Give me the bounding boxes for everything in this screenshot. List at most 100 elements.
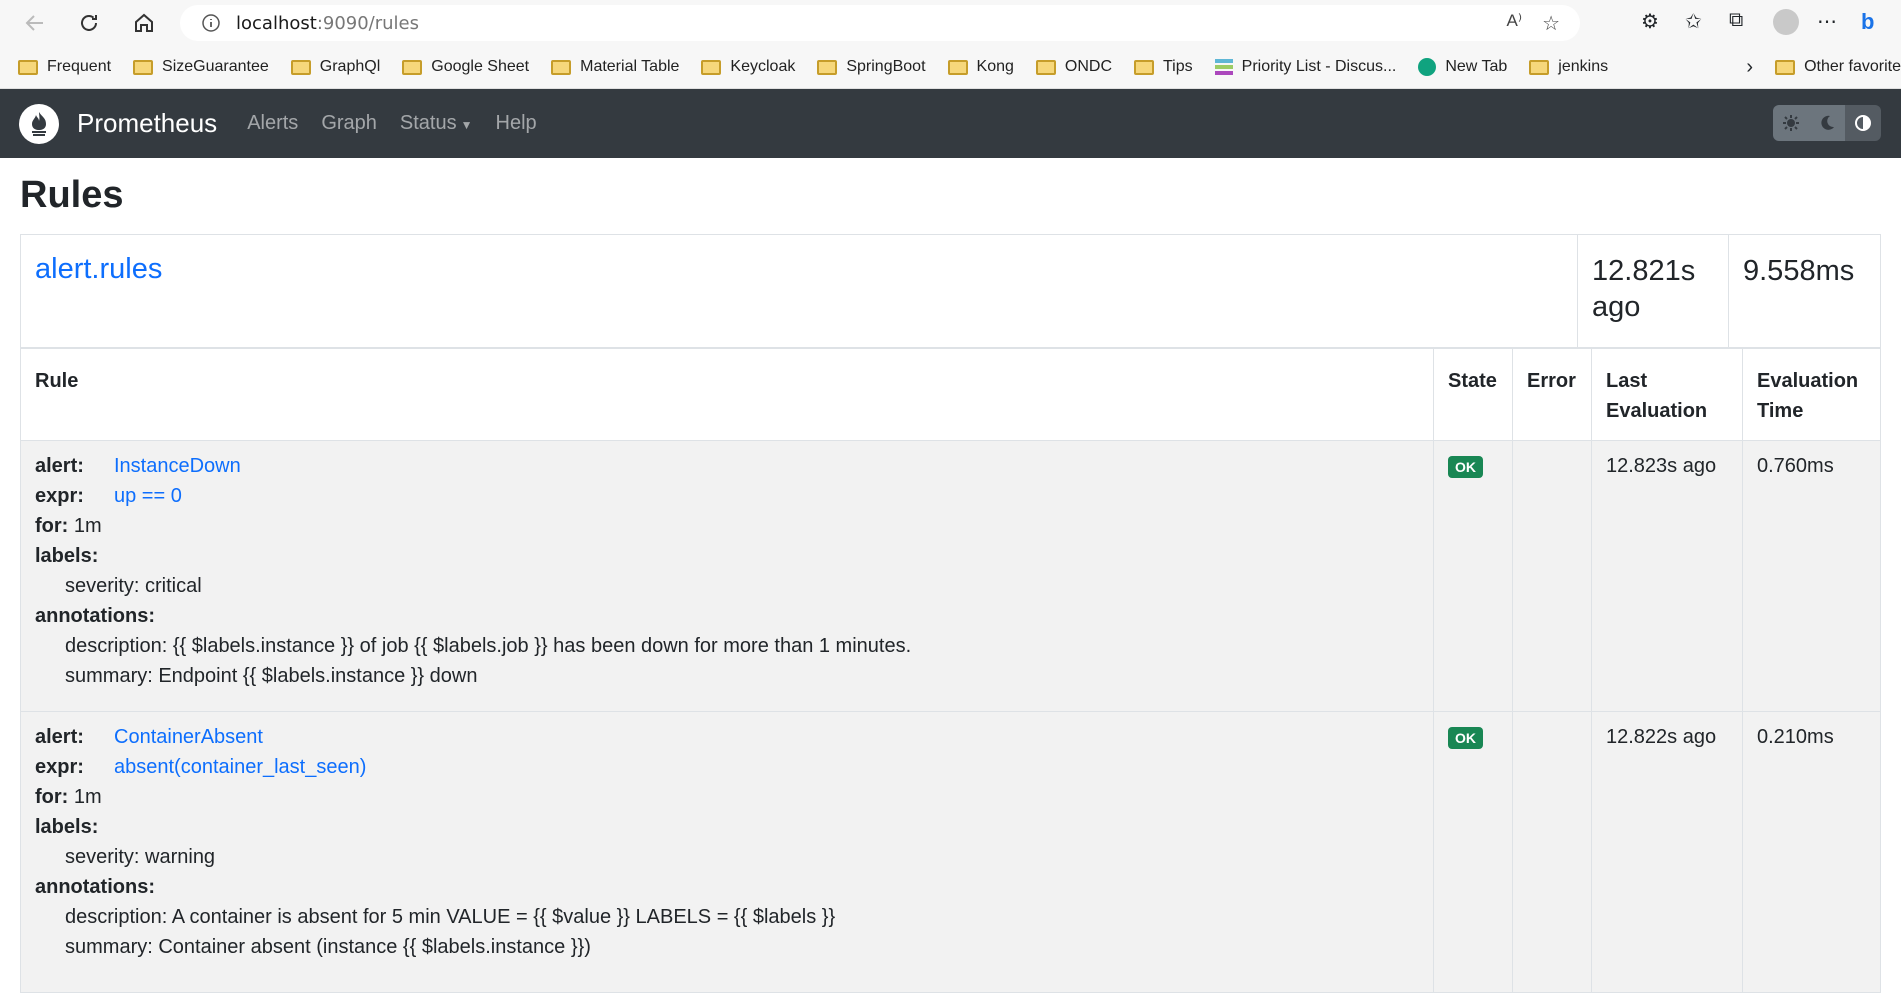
- bookmark-ondc[interactable]: ONDC: [1035, 58, 1112, 76]
- label-severity: severity: warning: [65, 846, 216, 868]
- page-title: Rules: [20, 174, 124, 216]
- nav-status[interactable]: Status ▼: [400, 112, 473, 135]
- bookmark-other-favorites[interactable]: Other favorite: [1775, 58, 1901, 76]
- header-error: Error: [1512, 347, 1592, 441]
- table-row: alert: ContainerAbsent expr: absent(contai…: [20, 711, 1881, 993]
- last-evaluation-cell: 12.823s ago: [1591, 440, 1743, 712]
- group-last-eval-cell: 12.821s ago: [1577, 234, 1729, 349]
- rule-group-table: alert.rules 12.821s ago 9.558ms: [20, 234, 1881, 349]
- state-badge: OK: [1448, 727, 1483, 749]
- expr-link[interactable]: absent(container_last_seen): [114, 752, 366, 782]
- rules-table: Rule State Error Last Evaluation Evaluat…: [20, 347, 1881, 993]
- label-severity: severity: critical: [65, 575, 202, 597]
- url-path: :9090/rules: [316, 12, 420, 34]
- bookmark-springboot[interactable]: SpringBoot: [817, 58, 926, 76]
- folder-icon: [290, 59, 311, 75]
- bookmark-priority-list[interactable]: Priority List - Discus...: [1214, 58, 1397, 76]
- group-eval-time-cell: 9.558ms: [1728, 234, 1881, 349]
- bookmark-graphql[interactable]: GraphQl: [290, 58, 380, 76]
- nav-alerts[interactable]: Alerts: [247, 112, 298, 135]
- labels-key: labels:: [35, 545, 99, 567]
- folder-icon: [1775, 59, 1796, 75]
- dark-theme-button[interactable]: [1809, 105, 1845, 141]
- evaluation-time-cell: 0.760ms: [1742, 440, 1881, 712]
- header-rule: Rule: [20, 347, 1434, 441]
- expr-key: expr:: [35, 485, 84, 507]
- bookmark-keycloak[interactable]: Keycloak: [701, 58, 795, 76]
- bookmark-sizeguarantee[interactable]: SizeGuarantee: [133, 58, 269, 76]
- annotation-summary: summary: Container absent (instance {{ $…: [65, 936, 591, 958]
- alert-name-link[interactable]: InstanceDown: [114, 451, 241, 481]
- alert-key: alert:: [35, 726, 84, 748]
- collections-icon[interactable]: ⧉: [1729, 9, 1755, 35]
- home-icon[interactable]: [127, 6, 161, 40]
- bookmark-frequent[interactable]: Frequent: [18, 58, 111, 76]
- evaluation-time-cell: 0.210ms: [1742, 711, 1881, 993]
- header-state: State: [1433, 347, 1513, 441]
- bookmark-label: Other favorite: [1804, 58, 1901, 75]
- state-cell: OK: [1433, 440, 1513, 712]
- profile-avatar[interactable]: [1773, 9, 1799, 35]
- more-icon[interactable]: ⋯: [1817, 9, 1843, 35]
- bookmark-label: Keycloak: [730, 58, 796, 75]
- bookmark-label: Tips: [1163, 58, 1193, 75]
- folder-icon: [551, 59, 572, 75]
- contrast-icon: [1855, 115, 1871, 131]
- folder-icon: [18, 59, 38, 75]
- header-last-evaluation: Last Evaluation: [1591, 347, 1743, 441]
- alert-key: alert:: [35, 455, 84, 477]
- state-cell: OK: [1433, 711, 1513, 993]
- for-key: for:: [35, 786, 69, 808]
- for-value: 1m: [73, 515, 102, 537]
- nav-graph[interactable]: Graph: [321, 112, 377, 135]
- header-evaluation-time: Evaluation Time: [1742, 347, 1881, 441]
- annotation-summary: summary: Endpoint {{ $labels.instance }}…: [65, 665, 478, 687]
- state-badge: OK: [1448, 456, 1483, 478]
- chevron-right-icon[interactable]: ›: [1746, 56, 1753, 79]
- bookmark-label: New Tab: [1445, 58, 1508, 75]
- sun-icon: [1783, 115, 1799, 131]
- prometheus-logo-icon[interactable]: [19, 103, 59, 144]
- folder-icon: [701, 59, 722, 75]
- bookmark-label: Frequent: [47, 58, 112, 75]
- info-icon[interactable]: [198, 10, 224, 36]
- browser-toolbar: localhost:9090/rules A⁾ ☆ ⚙ ✩ ⧉ ⋯ b: [0, 0, 1901, 46]
- bing-icon[interactable]: b: [1861, 9, 1887, 35]
- bookmark-new-tab[interactable]: New Tab: [1418, 58, 1507, 76]
- bookmark-label: Kong: [976, 58, 1014, 75]
- extensions-icon[interactable]: ⚙: [1641, 9, 1667, 35]
- bookmark-label: Google Sheet: [431, 58, 530, 75]
- light-theme-button[interactable]: [1773, 105, 1809, 141]
- openai-icon: [1418, 58, 1437, 76]
- bookmark-jenkins[interactable]: jenkins: [1529, 58, 1608, 76]
- bookmark-label: Priority List - Discus...: [1241, 58, 1397, 75]
- bookmark-label: ONDC: [1064, 58, 1112, 75]
- bookmark-google-sheet[interactable]: Google Sheet: [402, 58, 529, 76]
- list-icon: [1214, 59, 1233, 75]
- read-aloud-icon[interactable]: A⁾: [1507, 11, 1523, 36]
- auto-theme-button[interactable]: [1845, 105, 1881, 141]
- for-key: for:: [35, 515, 69, 537]
- refresh-icon[interactable]: [72, 6, 106, 40]
- last-evaluation-cell: 12.822s ago: [1591, 711, 1743, 993]
- add-favorite-icon[interactable]: ☆: [1542, 11, 1560, 36]
- brand[interactable]: Prometheus: [77, 108, 217, 139]
- bookmark-material-table[interactable]: Material Table: [551, 58, 679, 76]
- nav-help[interactable]: Help: [496, 112, 537, 135]
- annotation-description: description: A container is absent for 5…: [65, 906, 836, 928]
- bookmark-kong[interactable]: Kong: [947, 58, 1014, 76]
- expr-link[interactable]: up == 0: [114, 481, 182, 511]
- alert-name-link[interactable]: ContainerAbsent: [114, 722, 263, 752]
- back-icon[interactable]: [18, 6, 52, 40]
- bookmark-tips[interactable]: Tips: [1134, 58, 1193, 76]
- address-bar[interactable]: localhost:9090/rules A⁾ ☆: [180, 5, 1580, 41]
- theme-toggle: [1773, 105, 1881, 141]
- moon-icon: [1821, 115, 1834, 130]
- folder-icon: [133, 59, 154, 75]
- favorites-icon[interactable]: ✩: [1685, 9, 1711, 35]
- group-name-link[interactable]: alert.rules: [35, 253, 162, 285]
- bookmark-label: SpringBoot: [846, 58, 926, 75]
- folder-icon: [817, 59, 838, 75]
- nav-status-label: Status: [399, 112, 457, 134]
- labels-key: labels:: [35, 816, 99, 838]
